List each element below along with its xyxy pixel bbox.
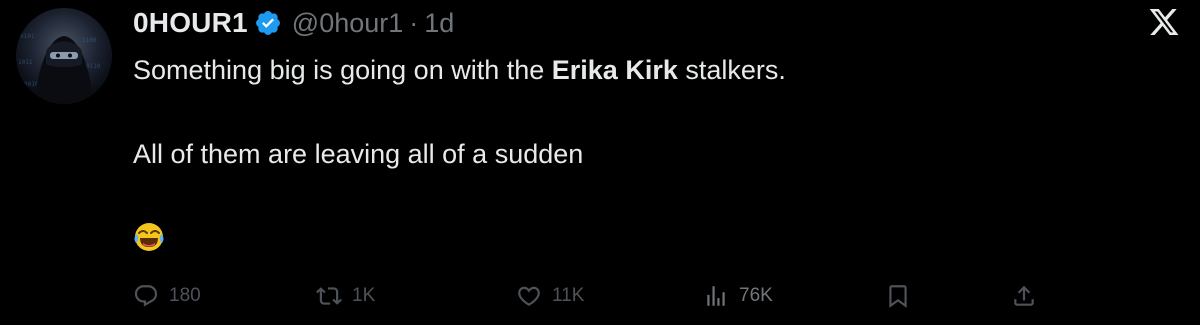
like-icon	[518, 286, 540, 306]
tweet-text-mention-bold: Erika Kirk	[551, 55, 678, 85]
bookmark-icon	[889, 285, 907, 308]
user-handle[interactable]: @0hour1	[292, 8, 403, 39]
avatar[interactable]: 0101 1100 1011 0110 0010 1001	[16, 8, 112, 104]
views-icon	[707, 286, 725, 306]
share-icon	[1014, 285, 1034, 306]
tweet-card: 0101 1100 1011 0110 0010 1001 0HOUR1 @0h…	[0, 0, 1200, 325]
x-logo-icon[interactable]	[1148, 6, 1180, 38]
tweet-text-part: stalkers.	[677, 55, 786, 85]
tweet-text-part: Something big is going on with the	[133, 55, 552, 85]
reply-button[interactable]: 180	[133, 276, 201, 316]
like-count: 11K	[552, 285, 585, 306]
svg-text:1011: 1011	[18, 59, 33, 66]
display-name[interactable]: 0HOUR1	[133, 7, 248, 39]
tweet-text-line-1: Something big is going on with the Erika…	[133, 52, 786, 89]
views-count: 76K	[739, 285, 773, 306]
verified-badge-icon	[254, 9, 282, 37]
svg-text:0110: 0110	[86, 63, 101, 70]
avatar-image: 0101 1100 1011 0110 0010 1001	[18, 33, 101, 104]
face-with-tears-of-joy-icon	[133, 221, 165, 253]
reply-icon	[134, 285, 158, 307]
retweet-count: 1K	[352, 285, 376, 306]
bookmark-button[interactable]	[885, 276, 911, 316]
reply-count: 180	[169, 285, 201, 306]
views-button[interactable]: 76K	[703, 276, 773, 316]
like-button[interactable]: 11K	[516, 276, 584, 316]
action-bar: 180 1K 11K 76K	[133, 276, 1193, 316]
separator-dot: ·	[409, 7, 419, 38]
svg-text:1100: 1100	[82, 37, 97, 44]
tweet-header: 0HOUR1 @0hour1 · 1d	[133, 5, 454, 41]
share-button[interactable]	[1011, 276, 1037, 316]
timestamp[interactable]: 1d	[424, 8, 454, 39]
retweet-icon	[316, 287, 342, 305]
tweet-text-line-2: All of them are leaving all of a sudden	[133, 139, 584, 169]
svg-text:0101: 0101	[20, 33, 35, 40]
retweet-button[interactable]: 1K	[316, 276, 375, 316]
